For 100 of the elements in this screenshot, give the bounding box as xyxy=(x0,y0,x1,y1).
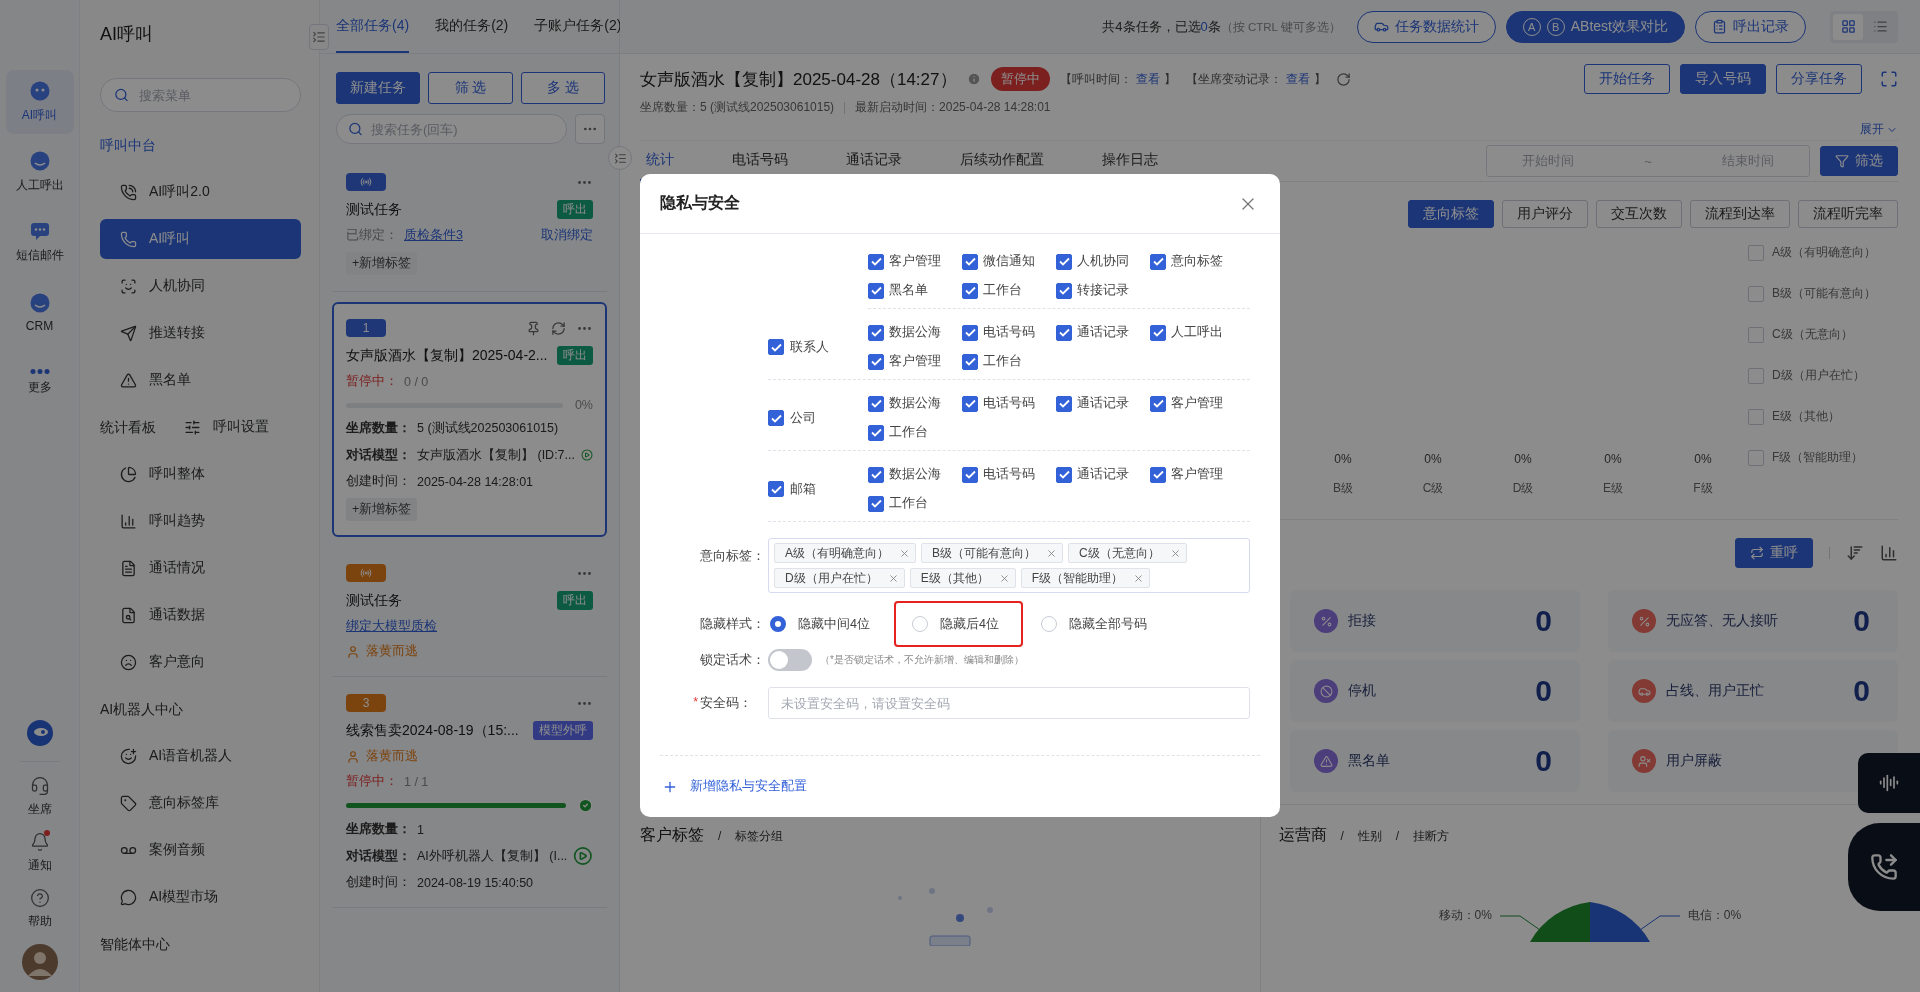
checkbox[interactable] xyxy=(1056,253,1072,270)
pin-icon[interactable] xyxy=(526,320,541,336)
add-tag-button[interactable]: +新增标签 xyxy=(346,498,418,521)
remove-icon[interactable] xyxy=(1133,572,1145,584)
sidebar-item[interactable]: 呼叫设置 xyxy=(164,407,301,447)
tags-field[interactable]: A级（有明确意向） B级（可能有意向） C级（无意向） D级（用户在忙） E级（其他） F级（智能助理） xyxy=(768,538,1250,593)
checkbox[interactable] xyxy=(1150,253,1166,270)
checkbox[interactable] xyxy=(1150,466,1166,483)
sidebar-item[interactable]: 呼叫整体 xyxy=(100,454,301,494)
checkbox[interactable] xyxy=(962,324,978,341)
task-tab[interactable]: 我的任务(2) xyxy=(435,0,509,53)
expand-link[interactable]: 展开 xyxy=(1860,121,1898,138)
sidebar-item[interactable]: 通话数据 xyxy=(100,595,301,635)
sidebar-item[interactable]: 人机协同 xyxy=(100,266,301,306)
rail-item[interactable]: 通知 xyxy=(27,832,52,874)
refresh-icon[interactable] xyxy=(551,320,566,336)
checkbox[interactable] xyxy=(868,466,884,483)
filter-button[interactable]: 筛选 xyxy=(1820,146,1898,176)
sidebar-item[interactable]: AI语音机器人 xyxy=(100,736,301,776)
checkbox[interactable] xyxy=(868,324,884,341)
task-card[interactable]: 3 线索售卖2024-08-19（15:... 模型外呼 落黄而逃 暂停中： 1 / 1 坐席数量： 1 对话模型： AI外呼机器人【复制】 (I... 创建时间： 2024-08-19 15:40:50 xyxy=(332,677,607,908)
checkbox[interactable] xyxy=(1056,282,1072,299)
rail-item[interactable]: 帮助 xyxy=(27,888,52,930)
toolbar-button[interactable]: 任务数据统计 xyxy=(1356,10,1496,43)
sidebar-item[interactable]: 客户意向 xyxy=(100,642,301,682)
rail-item[interactable]: 人工呼出 xyxy=(5,140,74,204)
checkbox[interactable] xyxy=(868,424,884,441)
checkbox[interactable] xyxy=(768,481,784,497)
toolbar-button[interactable]: A B ABtest效果对比 xyxy=(1505,10,1685,43)
fullscreen-icon[interactable] xyxy=(1880,70,1898,88)
panel-tab[interactable]: 挂断方 xyxy=(1413,828,1450,845)
task-card[interactable]: 测试任务 呼出 绑定大模型质检 落黄而逃 xyxy=(332,547,607,677)
radio-button[interactable] xyxy=(770,616,786,632)
checkbox[interactable] xyxy=(962,395,978,412)
metric-tab[interactable]: 流程听完率 xyxy=(1798,200,1898,228)
checkbox[interactable] xyxy=(962,353,978,370)
sidebar-item[interactable]: 呼叫趋势 xyxy=(100,501,301,541)
unbind-link[interactable]: 取消绑定 xyxy=(541,227,593,244)
info-icon[interactable] xyxy=(966,72,981,86)
header-button[interactable]: 导入号码 xyxy=(1680,64,1766,94)
task-action-button[interactable]: 筛 选 xyxy=(428,72,513,104)
checkbox[interactable] xyxy=(768,339,784,355)
checkbox[interactable] xyxy=(868,353,884,370)
bind-link[interactable]: 绑定大模型质检 xyxy=(346,618,437,635)
sidebar-item[interactable]: 黑名单 xyxy=(100,360,301,400)
rail-item[interactable]: CRM xyxy=(5,280,74,344)
sidebar-item[interactable]: AI呼叫 xyxy=(100,219,301,259)
call-assistant-button[interactable] xyxy=(1848,823,1920,911)
panel-tab[interactable]: 性别 xyxy=(1357,828,1382,845)
task-tab[interactable]: 全部任务(4) xyxy=(336,0,410,53)
checkbox[interactable] xyxy=(1150,324,1166,341)
remove-icon[interactable] xyxy=(1046,547,1058,559)
add-config-link[interactable]: 新增隐私与安全配置 xyxy=(662,778,807,795)
logo-icon[interactable] xyxy=(25,719,54,747)
metric-tab[interactable]: 意向标签 xyxy=(1408,200,1494,228)
remove-icon[interactable] xyxy=(998,572,1010,584)
task-action-button[interactable]: 新建任务 xyxy=(336,72,421,104)
checkbox[interactable] xyxy=(868,495,884,512)
toggle-switch[interactable] xyxy=(768,649,812,671)
rail-item[interactable]: AI呼叫 xyxy=(5,70,74,134)
view-toggle[interactable] xyxy=(1833,13,1863,40)
checkbox[interactable] xyxy=(962,466,978,483)
checkbox[interactable] xyxy=(1056,395,1072,412)
view-link[interactable]: 查看 xyxy=(1285,71,1310,86)
recall-button[interactable]: 重呼 xyxy=(1735,538,1813,568)
collapse-button[interactable] xyxy=(608,146,632,170)
checkbox[interactable] xyxy=(962,282,978,299)
toolbar-button[interactable]: 呼出记录 xyxy=(1695,10,1806,43)
checkbox[interactable] xyxy=(962,253,978,270)
avatar[interactable] xyxy=(21,944,58,980)
remove-icon[interactable] xyxy=(1169,547,1181,559)
task-action-button[interactable]: 多 选 xyxy=(520,72,605,104)
rail-item[interactable]: 短信邮件 xyxy=(5,210,74,274)
rail-item[interactable]: 更多 xyxy=(5,350,74,414)
remove-icon[interactable] xyxy=(887,572,899,584)
header-button[interactable]: 开始任务 xyxy=(1584,64,1670,94)
checkbox[interactable] xyxy=(1150,395,1166,412)
remove-icon[interactable] xyxy=(899,547,910,559)
play-icon[interactable] xyxy=(573,846,593,866)
checkbox[interactable] xyxy=(868,395,884,412)
checkbox[interactable] xyxy=(1056,324,1072,341)
sidebar-item[interactable]: 推送转接 xyxy=(100,313,301,353)
task-card[interactable]: 1 女声版酒水【复制】2025-04-2... 呼出 暂停中： 0 / 0 0% 坐席数量： 5 (测试线202503061015) 对话模型： 女声版酒水【复制】 (ID:7... 创建时间： 2025-04-28 14:28:01 +新增标签 xyxy=(332,302,607,537)
metric-tab[interactable]: 流程到达率 xyxy=(1690,200,1790,228)
sidebar-item[interactable]: AI呼叫2.0 xyxy=(100,172,301,212)
header-button[interactable]: 分享任务 xyxy=(1776,64,1862,94)
collapse-button[interactable] xyxy=(309,24,329,50)
checkbox[interactable] xyxy=(868,253,884,270)
metric-tab[interactable]: 用户评分 xyxy=(1502,200,1588,228)
binding-link[interactable]: 质检条件3 xyxy=(404,227,463,244)
sidebar-item[interactable]: AI模型市场 xyxy=(100,877,301,917)
checkbox[interactable] xyxy=(1056,466,1072,483)
security-code-field[interactable]: 未设置安全码，请设置安全码 xyxy=(768,687,1250,719)
view-link[interactable]: 查看 xyxy=(1135,71,1160,86)
checkbox[interactable] xyxy=(768,410,784,426)
voice-chat-button[interactable] xyxy=(1858,753,1920,813)
sidebar-item[interactable]: 通话情况 xyxy=(100,548,301,588)
sort-icon[interactable] xyxy=(1846,544,1864,562)
checkbox[interactable] xyxy=(868,282,884,299)
task-tab[interactable]: 子账户任务(2) xyxy=(534,0,622,53)
